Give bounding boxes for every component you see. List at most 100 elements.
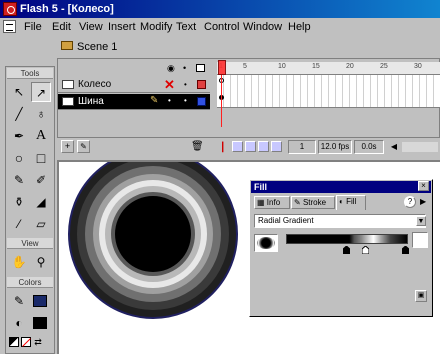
modify-markers-icon[interactable] bbox=[271, 141, 282, 152]
menu-text[interactable]: Text bbox=[176, 20, 196, 34]
timeline-status-bar: + ✎ 🗑 ┃ 1 12.0 fps 0.0s ◀ bbox=[57, 138, 440, 156]
default-colors-icon[interactable] bbox=[9, 337, 19, 347]
add-layer-icon[interactable]: + bbox=[61, 140, 74, 153]
gradient-pointer-3[interactable] bbox=[402, 246, 409, 254]
menu-file[interactable]: File bbox=[24, 20, 42, 34]
menu-modify[interactable]: Modify bbox=[140, 20, 172, 34]
onion-outline-icon[interactable] bbox=[245, 141, 256, 152]
window-title: Flash 5 - [Колесо] bbox=[20, 3, 114, 15]
playhead[interactable] bbox=[218, 60, 226, 75]
pencil-edit-icon: ✎ bbox=[150, 95, 159, 106]
menu-help[interactable]: Help bbox=[288, 20, 311, 34]
scene-icon bbox=[61, 41, 73, 50]
tools-header: Tools bbox=[7, 68, 53, 79]
tab-fill[interactable]: ◐ Fill bbox=[336, 195, 366, 210]
dropper-icon: ⁄ bbox=[17, 217, 20, 231]
outline-color-icon[interactable] bbox=[197, 97, 206, 106]
scene-label[interactable]: Scene 1 bbox=[77, 40, 117, 54]
add-swatch-icon[interactable]: ▣ bbox=[415, 290, 427, 302]
menu-edit[interactable]: Edit bbox=[52, 20, 71, 34]
oval-icon: ○ bbox=[14, 150, 24, 166]
tab-info[interactable]: ▦ Info bbox=[254, 196, 290, 209]
hidden-x-icon[interactable]: ✕ bbox=[164, 77, 175, 93]
hand-tool[interactable]: ✋ bbox=[9, 252, 29, 272]
frames-grid[interactable] bbox=[217, 75, 440, 108]
subselect-icon: ↗ bbox=[35, 86, 47, 100]
oval-tool[interactable]: ○ bbox=[9, 148, 29, 168]
stroke-color-swatch[interactable] bbox=[33, 295, 47, 307]
pen-icon: ✒ bbox=[13, 129, 25, 143]
scroll-left-icon[interactable]: ◀ bbox=[388, 140, 400, 154]
layer-name: Шина bbox=[78, 96, 104, 107]
ink-bottle-tool[interactable]: ⚱ bbox=[9, 192, 29, 212]
layer-row-shina[interactable]: Шина ✎ • • bbox=[58, 94, 210, 110]
close-panel-button[interactable]: × bbox=[418, 181, 429, 191]
eraser-tool[interactable]: ▱ bbox=[31, 214, 51, 234]
scene-bar: Scene 1 bbox=[57, 36, 440, 58]
menu-view[interactable]: View bbox=[79, 20, 103, 34]
eye-column-icon[interactable]: ◉ bbox=[167, 63, 175, 74]
lasso-icon: ♁ bbox=[36, 107, 46, 121]
view-header: View bbox=[7, 238, 53, 249]
ruler-tick: 15 bbox=[312, 63, 320, 70]
help-button[interactable]: ? bbox=[404, 196, 416, 208]
flash-app-icon[interactable] bbox=[3, 2, 17, 16]
lock-column-icon[interactable]: • bbox=[183, 63, 186, 73]
menu-window[interactable]: Window bbox=[243, 20, 282, 34]
onion-skin-icon[interactable] bbox=[232, 141, 243, 152]
dropper-tool[interactable]: ⁄ bbox=[9, 214, 29, 234]
document-icon[interactable] bbox=[3, 20, 16, 33]
ruler-tick: 10 bbox=[278, 63, 286, 70]
subselect-tool[interactable]: ↗ bbox=[31, 82, 51, 102]
wheel-artwork[interactable] bbox=[68, 162, 238, 319]
panel-menu-arrow-icon[interactable]: ▶ bbox=[420, 197, 426, 206]
gradient-pointer-1[interactable] bbox=[343, 246, 350, 254]
outline-color-icon[interactable] bbox=[197, 80, 206, 89]
fill-type-value: Radial Gradient bbox=[258, 216, 314, 225]
pencil-icon: ✎ bbox=[13, 173, 25, 187]
fill-type-dropdown[interactable]: Radial Gradient ▼ bbox=[254, 214, 426, 228]
fill-tab-icon: ◐ bbox=[339, 197, 344, 206]
pointer-color-swatch[interactable] bbox=[412, 232, 428, 248]
add-guide-layer-icon[interactable]: ✎ bbox=[77, 140, 90, 153]
swap-colors-icon[interactable]: ⇄ bbox=[33, 337, 43, 347]
layer-row-koleso[interactable]: Колесо ✕ • bbox=[58, 77, 210, 93]
text-icon: A bbox=[35, 128, 47, 143]
rectangle-tool[interactable]: □ bbox=[31, 148, 51, 168]
eye-dot-icon[interactable]: • bbox=[168, 96, 171, 105]
wheel-center bbox=[115, 196, 191, 272]
current-frame: 1 bbox=[288, 140, 316, 154]
lasso-tool[interactable]: ♁ bbox=[31, 104, 51, 124]
pencil-tool[interactable]: ✎ bbox=[9, 170, 29, 190]
menu-control[interactable]: Control bbox=[204, 20, 239, 34]
frame-rate: 12.0 fps bbox=[318, 140, 352, 154]
zoom-tool[interactable]: ⚲ bbox=[31, 252, 51, 272]
fill-panel: Fill × ▦ Info ✎ Stroke ◐ Fill ? ▶ Radial… bbox=[249, 179, 433, 317]
trash-icon[interactable]: 🗑 bbox=[191, 141, 204, 152]
lock-dot-icon[interactable]: • bbox=[184, 80, 187, 89]
no-color-icon[interactable] bbox=[21, 337, 31, 347]
layer-icon bbox=[62, 80, 74, 89]
gradient-definition-bar[interactable] bbox=[286, 234, 408, 244]
outline-column-icon[interactable] bbox=[196, 64, 205, 72]
lock-dot-icon[interactable]: • bbox=[184, 96, 187, 105]
gradient-pointer-2[interactable] bbox=[362, 246, 369, 254]
line-tool[interactable]: ╱ bbox=[9, 104, 29, 124]
ruler-tick: 30 bbox=[414, 63, 422, 70]
arrow-tool[interactable]: ↖ bbox=[9, 82, 29, 102]
fill-panel-title-bar[interactable]: Fill bbox=[251, 181, 431, 193]
frame-ruler[interactable]: 1 5 10 15 20 25 30 bbox=[217, 62, 440, 75]
timeline-scrollbar[interactable] bbox=[402, 142, 438, 152]
title-bar: Flash 5 - [Колесо] bbox=[0, 0, 440, 18]
paint-bucket-tool[interactable]: ◢ bbox=[31, 192, 51, 212]
tab-stroke[interactable]: ✎ Stroke bbox=[291, 196, 335, 209]
timeline-panel: ◉ • Колесо ✕ • Шина ✎ • • 1 5 10 15 20 2… bbox=[57, 58, 440, 158]
edit-multiple-icon[interactable] bbox=[258, 141, 269, 152]
tab-label: Info bbox=[266, 198, 281, 207]
text-tool[interactable]: A bbox=[31, 126, 51, 146]
pen-tool[interactable]: ✒ bbox=[9, 126, 29, 146]
menu-insert[interactable]: Insert bbox=[108, 20, 136, 34]
center-frame-icon[interactable]: ┃ bbox=[220, 140, 229, 154]
fill-color-swatch[interactable] bbox=[33, 317, 47, 329]
brush-tool[interactable]: ✐ bbox=[31, 170, 51, 190]
